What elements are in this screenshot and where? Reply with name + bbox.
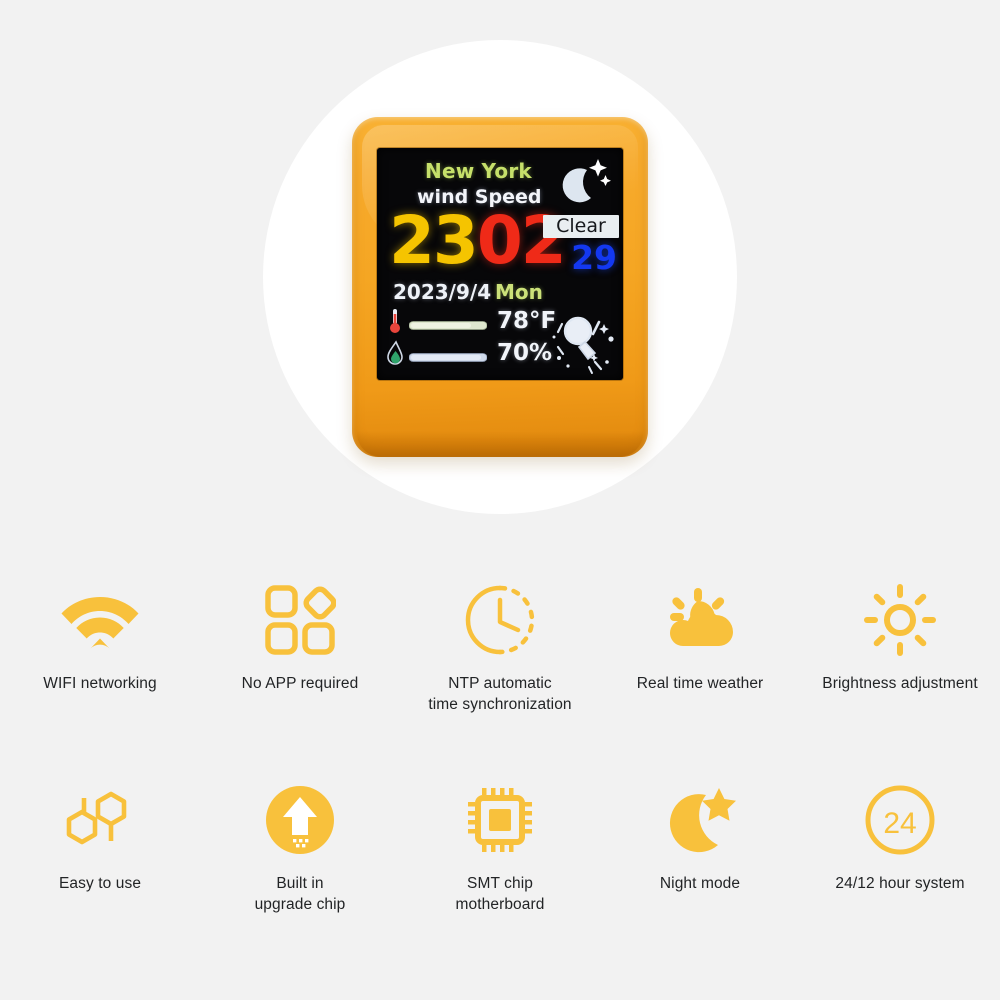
lcd-humidity-row: 70% (387, 340, 552, 366)
feature-real-time-weather: Real time weather (600, 578, 800, 778)
lcd-condition-badge: Clear (543, 215, 619, 239)
feature-label: Night mode (659, 875, 741, 892)
hero-section: New York wind Speed 2302 Clear 29 2023/9… (0, 0, 1000, 560)
lcd-clock-hours: 23 (389, 202, 479, 279)
temperature-bar (408, 316, 488, 330)
feature-label: No APP required (241, 675, 359, 692)
moon-star-icon (658, 778, 742, 862)
feature-label: Easy to use (58, 875, 142, 892)
feature-label: Built in upgrade chip (254, 875, 346, 913)
sun-cloud-icon (658, 578, 742, 662)
hexagons-icon (58, 778, 142, 862)
device-screen: New York wind Speed 2302 Clear 29 2023/9… (377, 148, 623, 380)
upgrade-arrow-icon (258, 778, 342, 862)
app-grid-icon (258, 578, 342, 662)
feature-easy-to-use: Easy to use (0, 778, 200, 978)
lcd-date-label: 2023/9/4 (393, 280, 492, 304)
moon-stars-icon (562, 159, 611, 203)
feature-label: WIFI networking (43, 675, 157, 692)
feature-brightness-adjustment: Brightness adjustment (800, 578, 1000, 778)
feature-no-app-required: No APP required (200, 578, 400, 778)
wind-sparkle-icon (552, 316, 614, 374)
lcd-clock-minutes: 02 (476, 202, 567, 279)
feature-label: 24/12 hour system (835, 875, 965, 892)
lcd-humidity-value: 70% (497, 340, 553, 366)
feature-row-2: Easy to use Built in upgrade chip SMT ch… (0, 778, 1000, 978)
chip-icon (458, 778, 542, 862)
feature-ntp-sync: NTP automatic time synchronization (400, 578, 600, 778)
feature-label: Brightness adjustment (822, 675, 978, 692)
lcd-temperature-value: 78°F (497, 308, 557, 334)
lcd-condition-temperature: 29 (571, 238, 617, 277)
feature-label: SMT chip motherboard (455, 875, 545, 913)
feature-label: NTP automatic time synchronization (428, 675, 572, 713)
lcd-city-label: New York (425, 159, 532, 183)
brightness-icon (858, 578, 942, 662)
hour24-icon: 24 (858, 778, 942, 862)
humidity-drop-icon (387, 340, 403, 365)
feature-smt-chip-motherboard: SMT chip motherboard (400, 778, 600, 978)
weather-clock-device: New York wind Speed 2302 Clear 29 2023/9… (352, 117, 648, 457)
humidity-bar (408, 348, 488, 362)
thermometer-icon (390, 309, 400, 333)
svg-text:24: 24 (883, 807, 916, 840)
lcd-temperature-row: 78°F (387, 308, 556, 334)
feature-built-in-upgrade-chip: Built in upgrade chip (200, 778, 400, 978)
feature-row-1: WIFI networking No APP required NTP auto… (0, 578, 1000, 778)
lcd-clock: 2302 (389, 208, 567, 274)
clock-sync-icon (458, 578, 542, 662)
feature-label: Real time weather (636, 675, 764, 692)
feature-night-mode: Night mode (600, 778, 800, 978)
feature-24-12-hour-system: 24 24/12 hour system (800, 778, 1000, 978)
feature-wifi-networking: WIFI networking (0, 578, 200, 778)
wifi-icon (58, 578, 142, 662)
lcd-weekday-label: Mon (495, 280, 543, 304)
feature-grid: WIFI networking No APP required NTP auto… (0, 560, 1000, 1000)
